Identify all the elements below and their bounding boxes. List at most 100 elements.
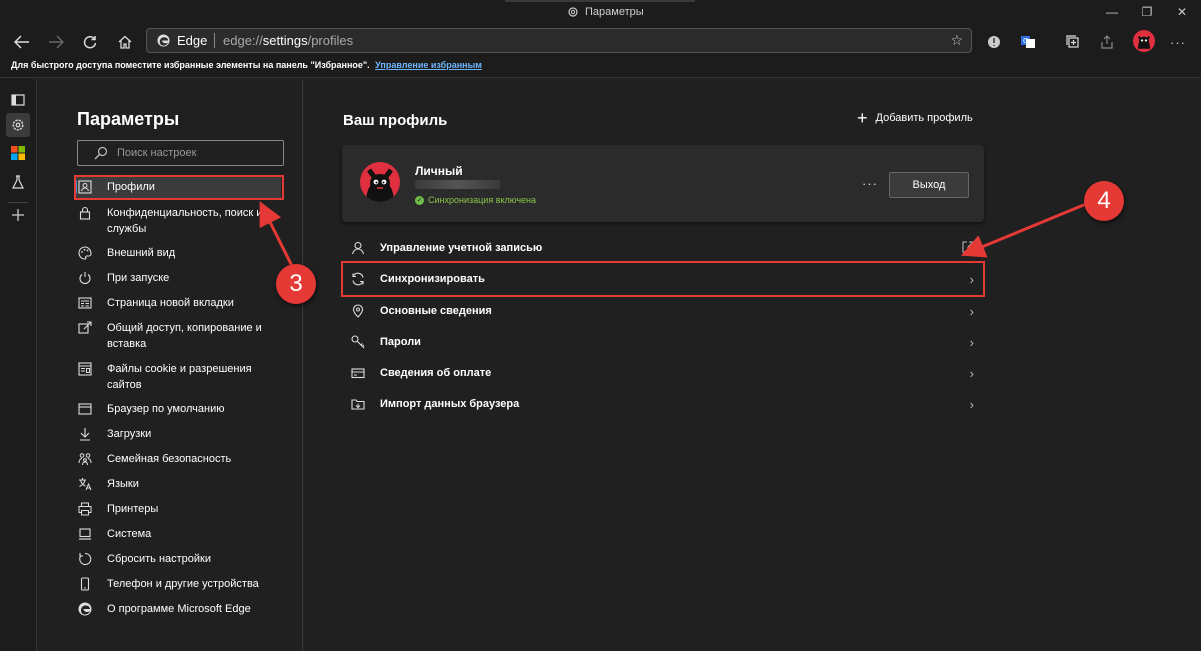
forward-button[interactable] [45, 31, 67, 53]
nav-item-share-copy-paste[interactable]: Общий доступ, копирование и вставка [78, 320, 288, 352]
home-button[interactable] [114, 31, 136, 53]
profile-card: Личный ✓ Синхронизация включена ··· Выхо… [342, 145, 984, 222]
favorites-bar: Для быстрого доступа поместите избранные… [0, 56, 1201, 78]
favorites-bar-message: Для быстрого доступа поместите избранные… [11, 60, 482, 70]
profile-avatar-icon [1133, 30, 1155, 52]
nav-item-phone[interactable]: Телефон и другие устройства [78, 576, 288, 592]
row-label: Сведения об оплате [380, 367, 492, 379]
plus-icon: + [857, 108, 868, 128]
share-icon [78, 321, 92, 334]
nav-item-appearance[interactable]: Внешний вид [78, 245, 288, 261]
address-bar[interactable]: Edge edge://settings/profiles ☆ [146, 28, 972, 53]
profile-more-button[interactable]: ··· [862, 176, 878, 191]
download-icon [80, 428, 90, 441]
vertical-tabs-rail [0, 79, 37, 651]
step-badge-4: 4 [1084, 181, 1124, 221]
settings-nav: Параметры Поиск настроек Профили Конфиде… [38, 79, 303, 651]
settings-tab-button[interactable] [6, 113, 30, 137]
row-label: Управление учетной записью [380, 242, 543, 254]
nav-item-family-safety[interactable]: Семейная безопасность [78, 451, 288, 467]
cat-avatar-icon [366, 168, 394, 202]
settings-title: Параметры [77, 109, 180, 129]
edge-logo-icon [157, 34, 170, 47]
favorites-hint-text: Для быстрого доступа поместите избранные… [11, 60, 370, 70]
nav-item-reset[interactable]: Сбросить настройки [78, 551, 288, 567]
new-tab-button[interactable] [6, 203, 30, 227]
check-circle-icon: ✓ [415, 195, 424, 205]
row-import-data[interactable]: Импорт данных браузера › [342, 389, 984, 419]
extension-circle-icon [988, 36, 1000, 48]
share-button[interactable] [1096, 31, 1118, 53]
nav-item-printers[interactable]: Принтеры [78, 501, 288, 517]
nav-item-cookies[interactable]: Файлы cookie и разрешения сайтов [78, 361, 288, 393]
chevron-right-icon: › [969, 334, 974, 350]
arrow-left-icon [14, 35, 29, 49]
back-button[interactable] [11, 31, 33, 53]
window-title: Параметры [567, 6, 644, 18]
nav-item-label: Система [107, 528, 152, 540]
row-passwords[interactable]: Пароли › [342, 327, 984, 357]
family-icon [78, 453, 92, 466]
nav-item-about[interactable]: О программе Microsoft Edge [78, 601, 288, 617]
cookie-icon [78, 362, 92, 376]
more-menu-button[interactable]: ··· [1167, 31, 1189, 53]
refresh-icon [83, 36, 97, 49]
sync-status: ✓ Синхронизация включена [415, 195, 536, 205]
sync-status-text: Синхронизация включена [428, 195, 536, 205]
manage-favorites-link[interactable]: Управление избранным [375, 60, 482, 70]
nav-item-default-browser[interactable]: Браузер по умолчанию [78, 401, 288, 417]
nav-item-label: Браузер по умолчанию [107, 403, 225, 415]
share-icon [1101, 35, 1113, 49]
extension-1-button[interactable] [983, 31, 1005, 53]
profile-button[interactable] [1131, 28, 1157, 54]
add-profile-label: Добавить профиль [875, 112, 973, 124]
phone-icon [80, 577, 90, 591]
microsoft-tab-button[interactable] [6, 141, 30, 165]
palette-icon [78, 246, 92, 260]
row-payment-info[interactable]: Сведения об оплате › [342, 358, 984, 388]
gear-icon [12, 119, 24, 131]
reset-icon [79, 552, 92, 566]
nav-item-languages[interactable]: Языки [78, 476, 288, 492]
key-icon [351, 335, 365, 349]
browser-toolbar: Edge edge://settings/profiles ☆ G ··· [0, 26, 1201, 56]
nav-item-startup[interactable]: При запуске [78, 270, 288, 286]
url-host: settings [262, 33, 308, 48]
import-icon [351, 399, 365, 410]
more-dots-icon: ··· [1170, 34, 1186, 50]
url-path: /profiles [307, 33, 354, 48]
nav-item-downloads[interactable]: Загрузки [78, 426, 288, 442]
nav-item-system[interactable]: Система [78, 526, 288, 542]
collections-icon [1066, 35, 1079, 48]
url-scheme: edge:// [223, 33, 263, 48]
title-bar: Параметры — ❐ ✕ [0, 0, 1201, 26]
chevron-right-icon: › [969, 303, 974, 319]
external-link-icon [962, 241, 974, 253]
refresh-button[interactable] [79, 31, 101, 53]
minimize-button[interactable]: — [1097, 3, 1127, 23]
nav-item-label: Семейная безопасность [107, 453, 232, 465]
tab-actions-button[interactable] [6, 88, 30, 112]
logout-button[interactable]: Выход [889, 172, 969, 198]
card-icon [351, 368, 365, 379]
row-manage-account[interactable]: Управление учетной записью [342, 233, 984, 263]
profile-name: Личный [415, 164, 463, 178]
close-window-button[interactable]: ✕ [1167, 3, 1197, 23]
translate-extension-button[interactable]: G [1017, 31, 1039, 53]
window-title-text: Параметры [585, 6, 644, 18]
settings-search-input[interactable]: Поиск настроек [77, 140, 284, 166]
labs-tab-button[interactable] [6, 170, 30, 194]
nav-item-new-tab[interactable]: Страница новой вкладки [78, 295, 288, 311]
row-personal-info[interactable]: Основные сведения › [342, 296, 984, 326]
lock-icon [79, 206, 91, 220]
favorite-star-icon[interactable]: ☆ [950, 32, 963, 49]
add-profile-button[interactable]: + Добавить профиль [857, 108, 973, 128]
restore-button[interactable]: ❐ [1132, 3, 1162, 23]
arrow-right-icon [49, 35, 64, 49]
address-separator [214, 33, 215, 48]
nav-item-privacy[interactable]: Конфиденциальность, поиск и службы [78, 205, 288, 237]
page-title: Ваш профиль [343, 112, 448, 129]
collections-button[interactable] [1062, 31, 1084, 53]
nav-item-label: Внешний вид [107, 247, 176, 259]
plus-icon [12, 209, 24, 221]
